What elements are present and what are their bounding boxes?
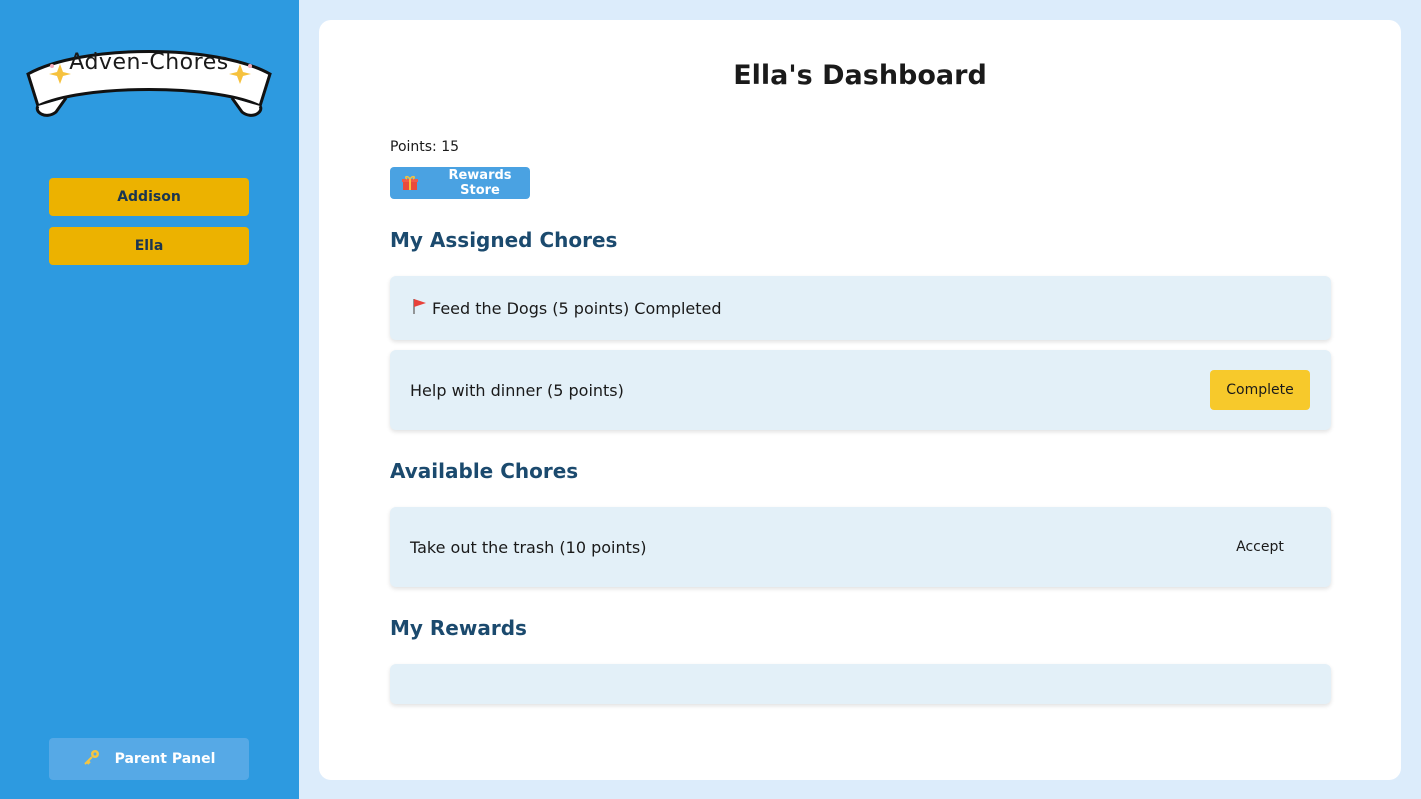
rewards-store-label: Rewards Store xyxy=(448,168,512,198)
complete-button[interactable]: Complete xyxy=(1210,370,1310,410)
my-rewards-heading: My Rewards xyxy=(390,616,527,640)
flag-icon xyxy=(410,297,428,319)
chore-card-help-dinner: Help with dinner (5 points) Complete xyxy=(390,350,1331,430)
page-title: Ella's Dashboard xyxy=(733,60,987,91)
parent-panel-label: Parent Panel xyxy=(114,751,216,767)
chore-text: Take out the trash (10 points) xyxy=(410,537,647,557)
parent-panel-button[interactable]: Parent Panel xyxy=(49,738,249,780)
points-display: Points: 15 xyxy=(390,139,460,155)
chore-card-feed-dogs: Feed the Dogs (5 points) Completed xyxy=(390,276,1331,340)
chore-card-trash: Take out the trash (10 points) Accept xyxy=(390,507,1331,587)
key-icon xyxy=(83,748,101,770)
kid-button-ella[interactable]: Ella xyxy=(49,227,249,265)
available-chores-heading: Available Chores xyxy=(390,459,579,483)
dashboard-card: Ella's Dashboard Points: 15 Rewards Stor… xyxy=(319,20,1401,780)
app-logo: Adven-Chores xyxy=(22,36,276,122)
chore-text: Help with dinner (5 points) xyxy=(410,380,624,400)
rewards-list xyxy=(390,664,1331,704)
rewards-store-button[interactable]: Rewards Store xyxy=(390,167,530,199)
sidebar: Adven-Chores Addison Ella Parent Panel xyxy=(0,0,299,799)
chore-text: Feed the Dogs (5 points) Completed xyxy=(432,298,722,318)
gift-icon xyxy=(402,175,418,191)
accept-button[interactable]: Accept xyxy=(1210,527,1310,567)
banner-icon xyxy=(26,50,272,117)
kid-button-addison[interactable]: Addison xyxy=(49,178,249,216)
assigned-chores-heading: My Assigned Chores xyxy=(390,228,618,252)
logo-text: Adven-Chores xyxy=(69,50,229,75)
